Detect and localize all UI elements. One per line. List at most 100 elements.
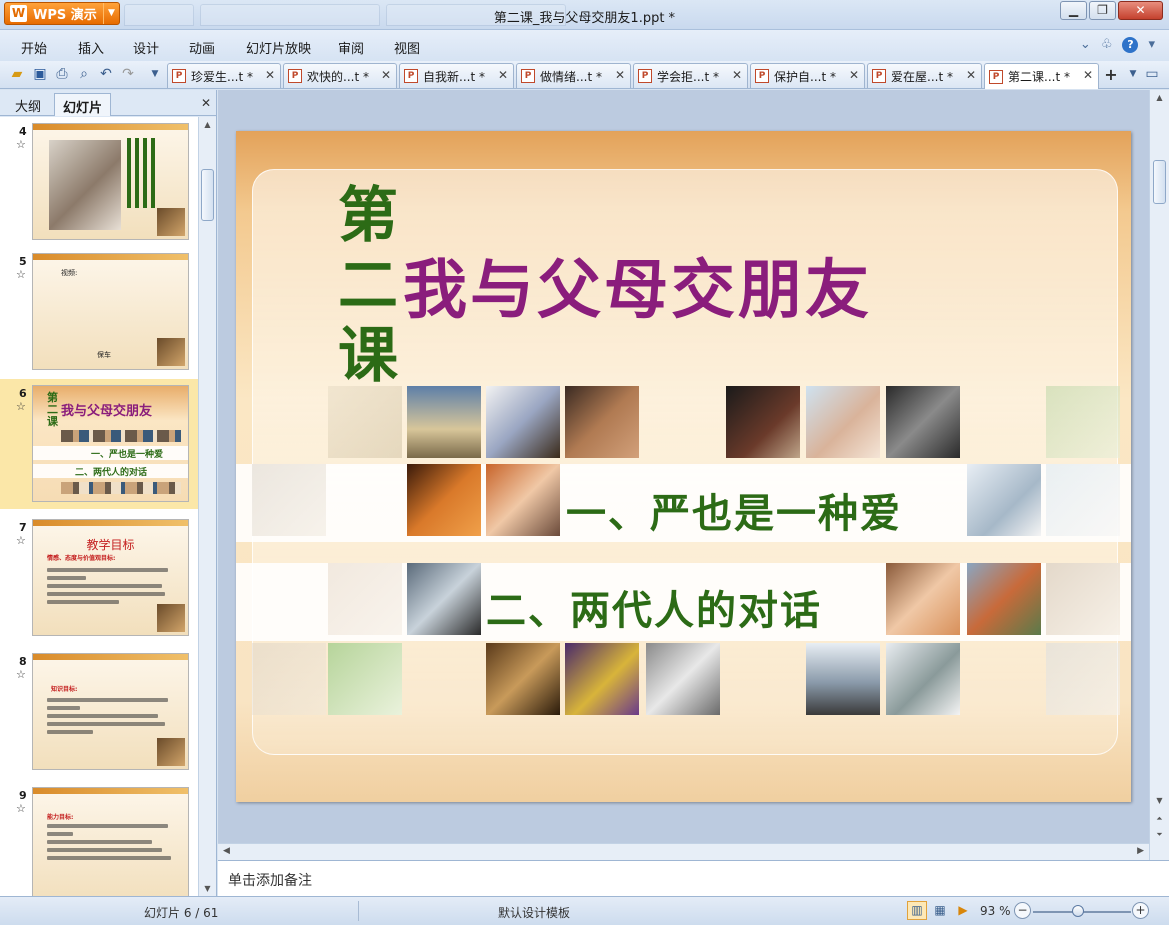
- previous-slide-icon[interactable]: ⏶: [1151, 814, 1168, 824]
- notes-pane[interactable]: 单击添加备注: [218, 860, 1169, 896]
- photo-tile: [646, 643, 720, 715]
- thumbnail-row[interactable]: 4 ☆: [0, 117, 198, 247]
- thumbnail-row[interactable]: 8 ☆ 知识目标:: [0, 647, 198, 777]
- doc-tab-3[interactable]: P 自我新...t * ✕: [399, 63, 514, 88]
- save-icon[interactable]: ▣: [31, 65, 49, 83]
- tab-slides[interactable]: 幻灯片: [54, 93, 112, 116]
- thumbnail-row-selected[interactable]: 6 ☆ 第二课 我与父母交朋友 一、严也是一种爱 二、两代人的对话: [0, 379, 198, 509]
- doc-tab-4[interactable]: P 做情绪...t * ✕: [516, 63, 631, 88]
- close-panel-icon[interactable]: ✕: [201, 96, 211, 110]
- doc-tab-5[interactable]: P 学会拒...t * ✕: [633, 63, 748, 88]
- doc-tab-1[interactable]: P 珍爱生...t * ✕: [167, 63, 281, 88]
- tab-outline[interactable]: 大纲: [7, 93, 49, 116]
- thumbnail-title: 我与父母交朋友: [61, 404, 153, 419]
- zoom-slider-knob[interactable]: [1072, 905, 1084, 917]
- print-icon[interactable]: ⎙: [53, 65, 71, 83]
- photo-tile: [886, 386, 960, 458]
- slide-vertical-scrollbar[interactable]: ▲ ▼ ⏶ ⏷: [1149, 90, 1169, 860]
- redo-icon[interactable]: ↷: [119, 65, 137, 83]
- subtitle-line-2[interactable]: 二、两代人的对话: [486, 578, 822, 636]
- quick-access-toolbar: ▰ ▣ ⎙ ⌕ ↶ ↷ ▼ P 珍爱生...t * ✕ P 欢快的...t * …: [0, 61, 1169, 89]
- tab-list-dropdown-icon[interactable]: ▼: [1124, 65, 1142, 83]
- close-tab-icon[interactable]: ✕: [265, 68, 275, 82]
- thumbnail-title: 教学目标: [86, 538, 135, 552]
- thumbnail-row[interactable]: 5 ☆ 视频: 保车: [0, 247, 198, 377]
- current-slide[interactable]: 第 二 课 我与父母交朋友 一、严也是一种爱 二、两代人的对话: [236, 131, 1131, 802]
- scroll-up-arrow-icon[interactable]: ▲: [199, 120, 216, 129]
- slide-thumbnail[interactable]: 第二课 我与父母交朋友 一、严也是一种爱 二、两代人的对话: [32, 385, 189, 502]
- zoom-level: 93 %: [980, 904, 1011, 918]
- close-tab-icon[interactable]: ✕: [732, 68, 742, 82]
- undo-icon[interactable]: ↶: [97, 65, 115, 83]
- slide-thumbnail[interactable]: 教学目标 情感、态度与价值观目标:: [32, 519, 189, 636]
- slide-horizontal-scrollbar[interactable]: ◀ ▶: [218, 843, 1149, 860]
- doc-tab-2[interactable]: P 欢快的...t * ✕: [283, 63, 397, 88]
- ppt-file-icon: P: [638, 69, 652, 83]
- menu-design[interactable]: 设计: [133, 38, 159, 57]
- scroll-up-arrow-icon[interactable]: ▲: [1151, 93, 1168, 102]
- menu-home[interactable]: 开始: [21, 38, 47, 57]
- slide-title[interactable]: 我与父母交朋友: [403, 239, 872, 331]
- customize-toolbar-icon[interactable]: ▼: [146, 65, 164, 83]
- menu-slideshow[interactable]: 幻灯片放映: [246, 38, 311, 57]
- menu-review[interactable]: 审阅: [338, 38, 364, 57]
- slide-thumbnail[interactable]: 知识目标:: [32, 653, 189, 770]
- close-tab-icon[interactable]: ✕: [381, 68, 391, 82]
- slide-thumbnail[interactable]: [32, 123, 189, 240]
- minimize-button[interactable]: ▁: [1060, 1, 1087, 20]
- scroll-right-arrow-icon[interactable]: ▶: [1137, 846, 1144, 856]
- collapse-ribbon-icon[interactable]: ⌄: [1080, 37, 1091, 53]
- notes-placeholder[interactable]: 单击添加备注: [228, 870, 312, 890]
- photo-tile: [806, 643, 880, 715]
- panel-tabs: 大纲 幻灯片 ✕: [0, 90, 217, 116]
- print-preview-icon[interactable]: ⌕: [75, 65, 93, 83]
- slide-sorter-view-icon[interactable]: ▦: [930, 901, 950, 920]
- slideshow-view-icon[interactable]: ▶: [953, 901, 973, 920]
- slide-number: 4: [19, 125, 27, 138]
- close-tab-icon[interactable]: ✕: [498, 68, 508, 82]
- zoom-in-button[interactable]: +: [1132, 902, 1149, 919]
- scroll-down-arrow-icon[interactable]: ▼: [1151, 796, 1168, 805]
- close-tab-icon[interactable]: ✕: [849, 68, 859, 82]
- scrollbar-thumb[interactable]: [201, 169, 214, 221]
- thumbnail-heading: 知识目标:: [51, 686, 78, 693]
- scrollbar-thumb[interactable]: [1153, 160, 1166, 204]
- close-tab-icon[interactable]: ✕: [966, 68, 976, 82]
- close-window-button[interactable]: ✕: [1118, 1, 1163, 20]
- zoom-out-button[interactable]: −: [1014, 902, 1031, 919]
- slide-thumbnail[interactable]: 能力目标:: [32, 787, 189, 896]
- menu-insert[interactable]: 插入: [78, 38, 104, 57]
- menu-view[interactable]: 视图: [394, 38, 420, 57]
- help-icon[interactable]: ?: [1122, 37, 1139, 53]
- doc-tab-label: 保护自...t *: [774, 69, 836, 84]
- slide-thumbnail[interactable]: 视频: 保车: [32, 253, 189, 370]
- scroll-left-arrow-icon[interactable]: ◀: [223, 846, 230, 856]
- doc-tab-6[interactable]: P 保护自...t * ✕: [750, 63, 865, 88]
- photo-placeholder: [49, 140, 121, 230]
- thumbnail-row[interactable]: 9 ☆ 能力目标:: [0, 781, 198, 896]
- side-char-3: 课: [338, 321, 398, 391]
- thumbnail-scrollbar[interactable]: ▲ ▼: [198, 117, 216, 896]
- help-dropdown-icon[interactable]: ▾: [1148, 37, 1155, 53]
- next-slide-icon[interactable]: ⏷: [1151, 830, 1168, 840]
- new-tab-plus-icon[interactable]: +: [1100, 64, 1122, 86]
- subtitle-line-1[interactable]: 一、严也是一种爱: [566, 481, 902, 539]
- ppt-file-icon: P: [989, 69, 1003, 84]
- doc-tab-7[interactable]: P 爱在屋...t * ✕: [867, 63, 982, 88]
- open-icon[interactable]: ▰: [8, 65, 26, 83]
- close-tab-icon[interactable]: ✕: [1083, 68, 1093, 82]
- tile-windows-icon[interactable]: ▭: [1143, 65, 1161, 83]
- scroll-down-arrow-icon[interactable]: ▼: [199, 884, 216, 893]
- corner-photo: [157, 604, 185, 632]
- ppt-file-icon: P: [288, 69, 302, 83]
- skin-icon[interactable]: ♧: [1101, 37, 1113, 53]
- close-tab-icon[interactable]: ✕: [615, 68, 625, 82]
- restore-button[interactable]: ❐: [1089, 1, 1116, 20]
- doc-tab-8-active[interactable]: P 第二课...t * ✕: [984, 63, 1099, 89]
- corner-photo: [157, 338, 185, 366]
- ppt-file-icon: P: [404, 69, 418, 83]
- normal-view-icon[interactable]: ▥: [907, 901, 927, 920]
- thumbnail-row[interactable]: 7 ☆ 教学目标 情感、态度与价值观目标:: [0, 513, 198, 643]
- menu-animation[interactable]: 动画: [189, 38, 215, 57]
- ppt-file-icon: P: [521, 69, 535, 83]
